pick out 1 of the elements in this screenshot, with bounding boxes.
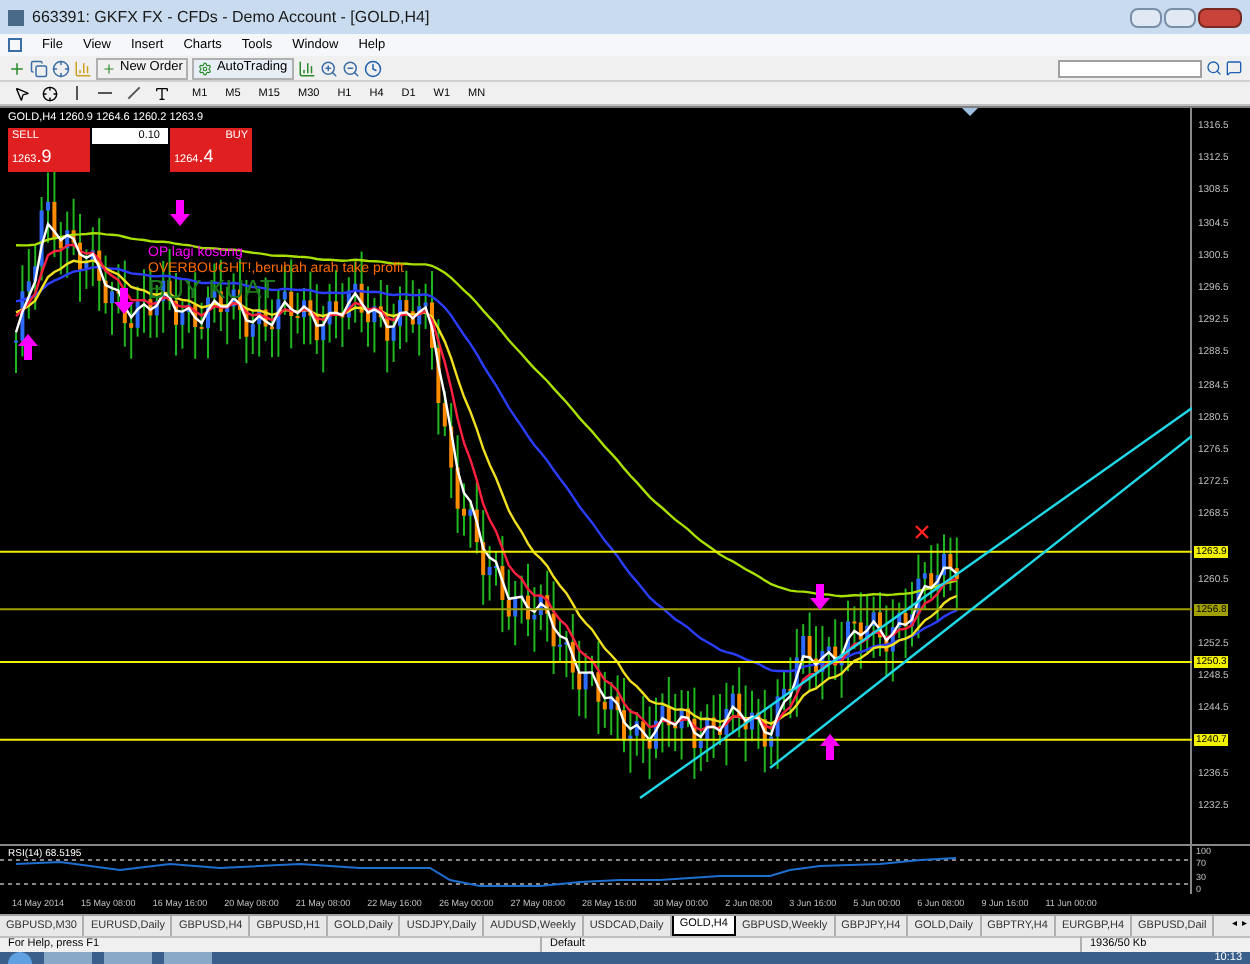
window-title: 663391: GKFX FX - CFDs - Demo Account - [GOLD,H4] bbox=[32, 5, 430, 29]
